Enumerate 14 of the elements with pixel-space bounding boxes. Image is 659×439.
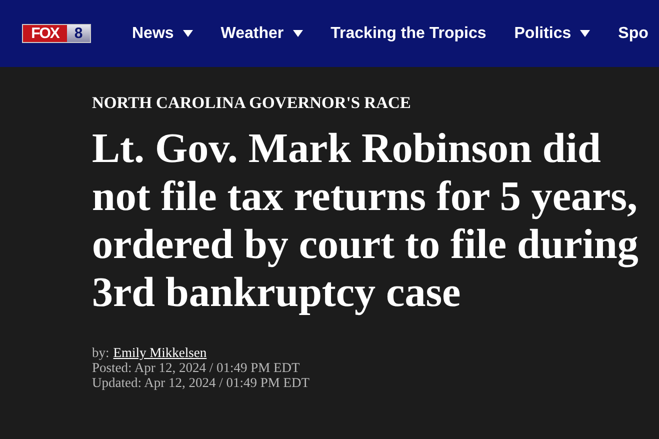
- nav-link[interactable]: Tracking the Tropics: [330, 24, 486, 42]
- posted-date: Posted: Apr 12, 2024 / 01:49 PM EDT: [92, 360, 301, 375]
- logo-number: 8: [67, 25, 90, 42]
- nav-link[interactable]: Weather: [220, 24, 303, 42]
- station-logo[interactable]: FOX 8: [22, 24, 91, 43]
- byline-prefix: by:: [92, 345, 110, 360]
- nav-link[interactable]: News: [132, 24, 193, 42]
- author-link[interactable]: Emily Mikkelsen: [113, 345, 207, 360]
- section-label: NORTH CAROLINA GOVERNOR'S RACE: [92, 93, 412, 113]
- headline: Lt. Gov. Mark Robinson did not file tax returns for 5 years, ordered by court to file during 3rd bankruptcy case: [92, 125, 640, 317]
- nav-link[interactable]: Spo: [618, 24, 648, 42]
- nav-link[interactable]: Politics: [514, 24, 590, 42]
- logo-word: FOX: [23, 25, 67, 42]
- updated-date: Updated: Apr 12, 2024 / 01:49 PM EDT: [92, 375, 310, 390]
